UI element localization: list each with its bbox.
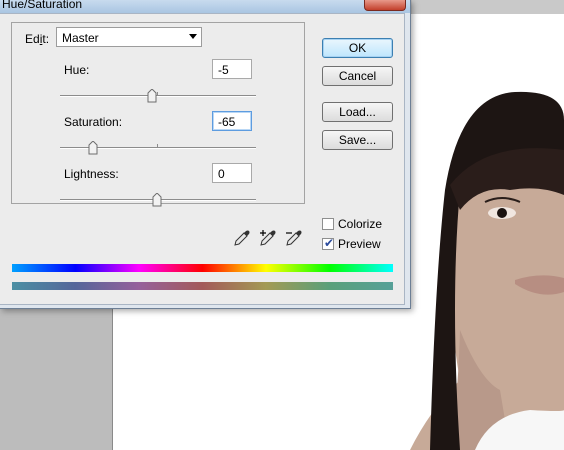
edit-dropdown-value: Master bbox=[62, 31, 99, 45]
checkmark-icon: ✔ bbox=[324, 236, 335, 250]
ok-button[interactable]: OK bbox=[322, 38, 393, 58]
load-button[interactable]: Load... bbox=[322, 102, 393, 122]
cancel-button[interactable]: Cancel bbox=[322, 66, 393, 86]
saturation-label: Saturation: bbox=[64, 115, 123, 129]
saturation-slider-center-tick bbox=[157, 144, 158, 148]
hue-slider-track[interactable] bbox=[60, 92, 256, 97]
hue-input[interactable] bbox=[212, 59, 252, 79]
eyedropper-minus-icon[interactable] bbox=[285, 229, 303, 247]
lightness-input[interactable] bbox=[212, 163, 252, 183]
chevron-down-icon bbox=[189, 34, 197, 39]
lightness-label: Lightness: bbox=[64, 167, 119, 181]
save-button[interactable]: Save... bbox=[322, 130, 393, 150]
hue-label: Hue: bbox=[64, 63, 90, 77]
output-color-spectrum bbox=[12, 282, 393, 290]
saturation-slider-thumb[interactable] bbox=[88, 141, 98, 155]
adjustment-group bbox=[11, 22, 305, 204]
eyedropper-icon[interactable] bbox=[233, 229, 251, 247]
hue-slider-center-tick bbox=[157, 92, 158, 96]
edit-label: Edit: bbox=[25, 32, 50, 46]
hue-slider-thumb[interactable] bbox=[147, 89, 157, 103]
edit-dropdown[interactable]: Master bbox=[56, 27, 202, 47]
app-toolbar-strip bbox=[412, 0, 564, 15]
hue-saturation-dialog: Hue/Saturation Edit: Master Hue: Saturat… bbox=[0, 0, 411, 309]
left-panel bbox=[0, 312, 112, 450]
saturation-input[interactable] bbox=[212, 111, 252, 131]
eyedropper-plus-icon[interactable] bbox=[259, 229, 277, 247]
close-button[interactable] bbox=[364, 0, 406, 11]
preview-label: Preview bbox=[338, 237, 381, 251]
dialog-title: Hue/Saturation bbox=[2, 0, 83, 11]
colorize-label: Colorize bbox=[338, 217, 383, 231]
dialog-titlebar[interactable]: Hue/Saturation bbox=[0, 0, 410, 13]
lightness-slider-thumb[interactable] bbox=[152, 193, 162, 207]
portrait-photo bbox=[410, 91, 564, 450]
colorize-checkbox[interactable] bbox=[322, 218, 334, 230]
preview-checkbox[interactable]: ✔ bbox=[322, 236, 335, 250]
input-color-spectrum bbox=[12, 264, 393, 272]
